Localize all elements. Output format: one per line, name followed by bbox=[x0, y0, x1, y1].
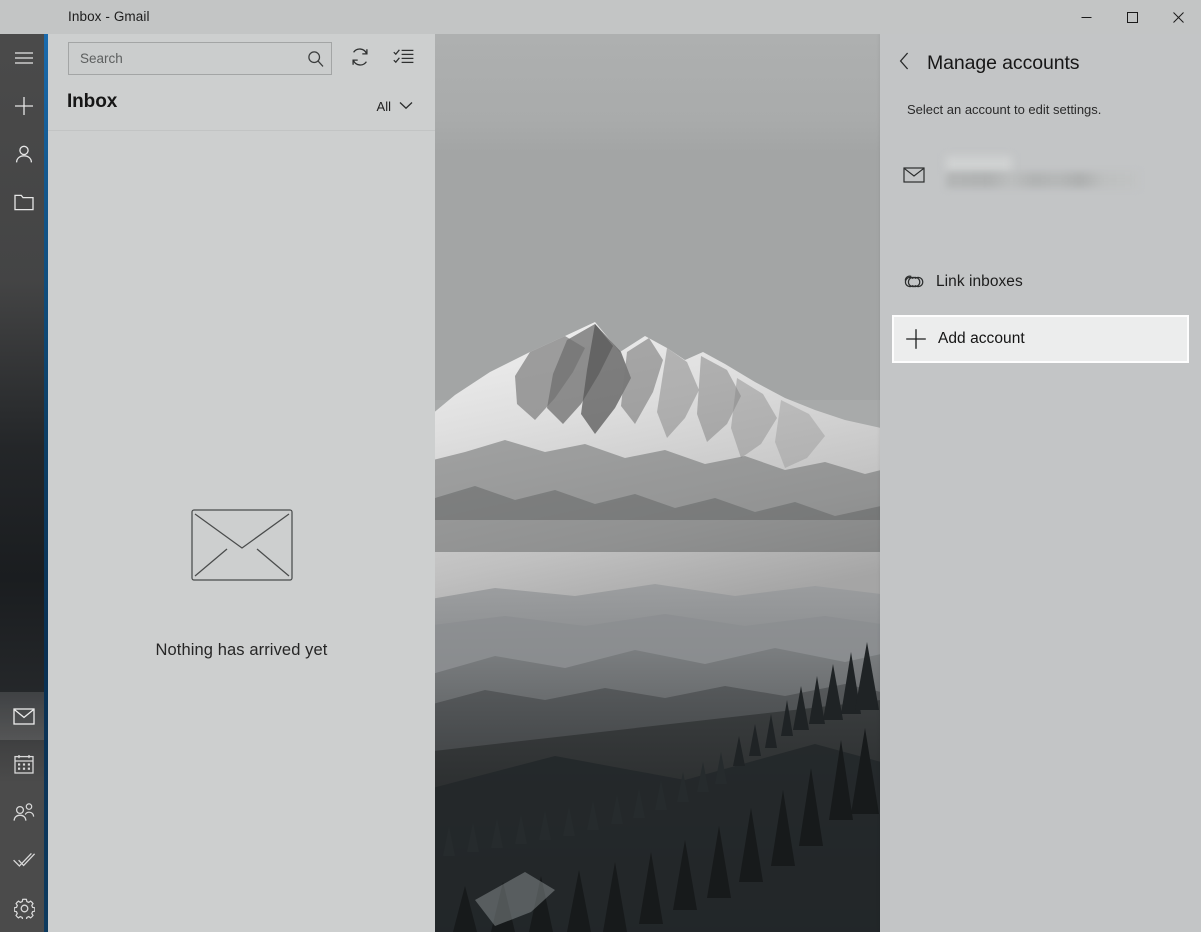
sidebar-item-mail[interactable] bbox=[0, 692, 48, 740]
maximize-icon bbox=[1126, 11, 1138, 23]
folders-icon bbox=[14, 194, 34, 211]
message-list-column: Search Inbox All Nothing has arrived yet bbox=[48, 34, 435, 932]
chevron-down-icon bbox=[399, 97, 413, 115]
minimize-icon bbox=[1081, 12, 1092, 23]
link-inboxes-button[interactable]: Link inboxes bbox=[892, 259, 1189, 305]
selection-mode-icon bbox=[392, 48, 414, 71]
flyout-title: Manage accounts bbox=[927, 51, 1080, 74]
message-filter-label: All bbox=[376, 98, 391, 114]
minimize-button[interactable] bbox=[1063, 0, 1109, 34]
sidebar-item-people[interactable] bbox=[0, 788, 48, 836]
sidebar-item-todo[interactable] bbox=[0, 836, 48, 884]
manage-accounts-flyout: Manage accounts Select an account to edi… bbox=[880, 34, 1201, 932]
sync-button[interactable] bbox=[345, 44, 375, 74]
background-photo bbox=[435, 0, 881, 932]
plus-icon bbox=[894, 328, 938, 350]
calendar-icon bbox=[14, 754, 34, 774]
new-mail-button[interactable] bbox=[0, 82, 48, 130]
message-list-toolbar: Search bbox=[48, 34, 435, 88]
mail-icon bbox=[13, 707, 35, 725]
window-title: Inbox - Gmail bbox=[68, 9, 150, 24]
close-button[interactable] bbox=[1155, 0, 1201, 34]
add-account-label: Add account bbox=[938, 330, 1025, 347]
close-icon bbox=[1172, 11, 1184, 23]
message-list-body: Nothing has arrived yet bbox=[48, 131, 435, 932]
chevron-left-icon bbox=[899, 52, 910, 75]
window-accent-stripe bbox=[44, 0, 48, 932]
search-box[interactable]: Search bbox=[68, 42, 332, 75]
envelope-icon bbox=[892, 167, 936, 183]
new-mail-icon bbox=[14, 96, 34, 116]
add-account-button[interactable]: Add account bbox=[892, 315, 1189, 363]
link-icon bbox=[892, 272, 936, 292]
flyout-header: Manage accounts bbox=[880, 34, 1201, 92]
account-redacted-text bbox=[936, 152, 1189, 198]
search-input[interactable]: Search bbox=[69, 51, 299, 66]
navigation-rail bbox=[0, 0, 48, 932]
accounts-button[interactable] bbox=[0, 130, 48, 178]
sync-icon bbox=[350, 47, 370, 72]
title-bar: Inbox - Gmail bbox=[0, 0, 1201, 34]
menu-button[interactable] bbox=[0, 34, 48, 82]
empty-state-text: Nothing has arrived yet bbox=[155, 641, 328, 659]
maximize-button[interactable] bbox=[1109, 0, 1155, 34]
search-icon[interactable] bbox=[299, 43, 331, 74]
link-inboxes-label: Link inboxes bbox=[936, 273, 1023, 290]
accounts-icon bbox=[14, 144, 34, 164]
message-filter-dropdown[interactable]: All bbox=[377, 97, 413, 115]
mail-app-window: Search Inbox All Nothing has arrived yet… bbox=[0, 0, 1201, 932]
envelope-icon bbox=[190, 509, 293, 586]
selection-mode-button[interactable] bbox=[388, 44, 418, 74]
sidebar-item-settings[interactable] bbox=[0, 884, 48, 932]
empty-state: Nothing has arrived yet bbox=[48, 509, 435, 660]
menu-icon bbox=[14, 51, 34, 65]
flyout-subtitle: Select an account to edit settings. bbox=[907, 102, 1102, 117]
account-address-redacted bbox=[946, 172, 1138, 188]
sidebar-item-calendar[interactable] bbox=[0, 740, 48, 788]
window-controls bbox=[1063, 0, 1201, 34]
account-list-item[interactable] bbox=[892, 142, 1189, 208]
settings-gear-icon bbox=[13, 898, 35, 919]
message-list-header: Inbox All bbox=[48, 88, 435, 128]
folders-button[interactable] bbox=[0, 178, 48, 226]
people-icon bbox=[12, 802, 36, 822]
back-button[interactable] bbox=[888, 47, 920, 79]
account-name-redacted bbox=[946, 156, 1012, 173]
todo-icon bbox=[12, 851, 36, 869]
page-title: Inbox bbox=[67, 91, 118, 112]
